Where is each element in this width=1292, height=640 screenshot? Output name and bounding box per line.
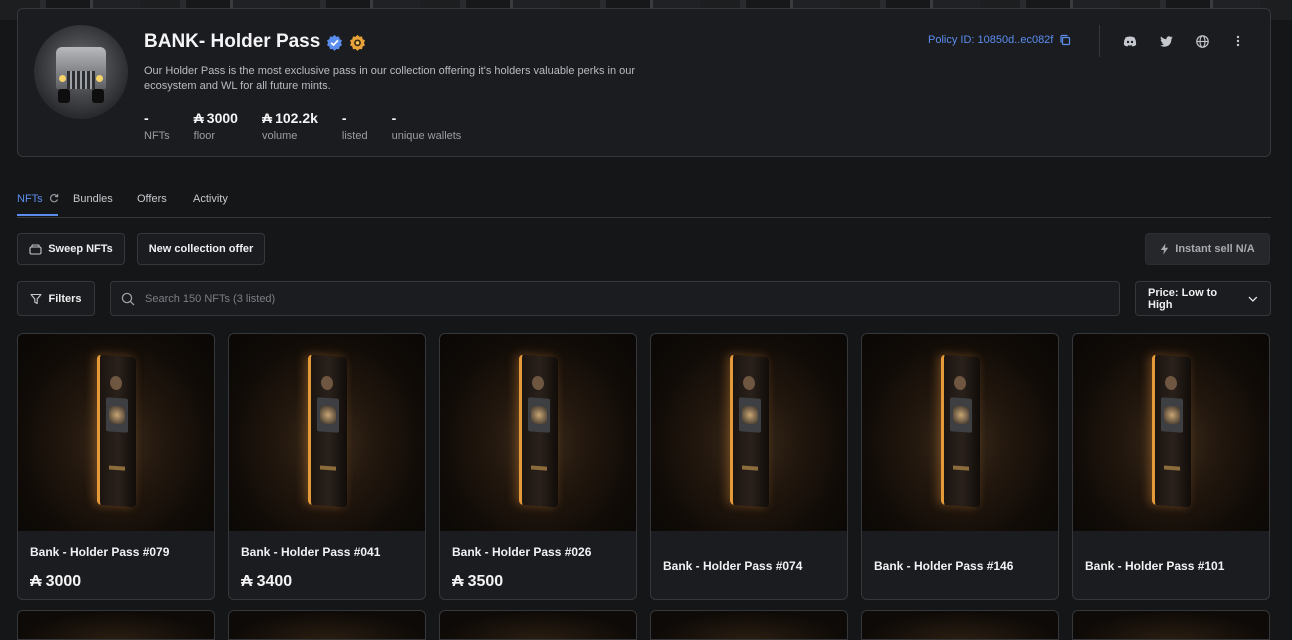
nft-image — [18, 334, 214, 531]
gold-badge-icon — [350, 34, 366, 51]
holder-pass-phone — [730, 354, 769, 508]
nft-card[interactable]: Bank - Holder Pass #146 — [861, 333, 1059, 600]
nft-name: Bank - Holder Pass #101 — [1085, 559, 1225, 573]
collection-title: BANK- Holder Pass — [144, 31, 321, 52]
nft-card[interactable]: Bank - Holder Pass #074 — [650, 333, 848, 600]
search-icon — [121, 292, 135, 305]
nft-card[interactable]: Bank - Holder Pass #079 ₳ 3000 — [17, 333, 215, 600]
sort-dropdown[interactable]: Price: Low to High — [1135, 281, 1271, 316]
tab-activity[interactable]: Activity — [193, 193, 228, 205]
nft-name: Bank - Holder Pass #146 — [874, 559, 1014, 573]
sweep-nfts-button[interactable]: Sweep NFTs — [17, 233, 125, 265]
nft-card[interactable]: Bank - Holder Pass #041 ₳ 3400 — [228, 333, 426, 600]
nft-card-partial[interactable] — [439, 610, 637, 640]
globe-icon[interactable] — [1194, 33, 1210, 49]
nft-price: ₳ 3400 — [241, 573, 293, 590]
nft-name: Bank - Holder Pass #079 — [30, 545, 170, 559]
nft-name: Bank - Holder Pass #074 — [663, 559, 803, 573]
discord-icon[interactable] — [1122, 33, 1138, 49]
more-vertical-icon[interactable] — [1230, 33, 1246, 49]
tab-nfts[interactable]: NFTs — [17, 193, 59, 205]
instant-sell-button[interactable]: Instant sell N/A — [1145, 233, 1270, 265]
stat-floor: ₳ 3000 floor — [193, 110, 238, 142]
ada-icon: ₳ — [193, 110, 204, 126]
nft-card[interactable]: Bank - Holder Pass #101 — [1072, 333, 1270, 600]
stats-row: - NFTs ₳ 3000 floor ₳ 102.2k volume - list… — [144, 109, 485, 142]
tab-bundles[interactable]: Bundles — [73, 193, 113, 205]
filters-button[interactable]: Filters — [17, 281, 95, 316]
policy-id-text: Policy ID: 10850d..ec082f — [928, 34, 1054, 46]
nft-card-partial[interactable] — [650, 610, 848, 640]
stat-volume: ₳ 102.2k volume — [261, 110, 318, 142]
header-divider — [1099, 25, 1100, 57]
chevron-down-icon — [1248, 296, 1258, 302]
holder-pass-phone — [519, 354, 558, 508]
holder-pass-phone — [1152, 354, 1191, 508]
policy-id[interactable]: Policy ID: 10850d..ec082f — [928, 34, 1071, 46]
ada-icon: ₳ — [452, 573, 464, 590]
nft-card-partial[interactable] — [228, 610, 426, 640]
filter-icon — [30, 293, 43, 304]
stat-listed: - listed — [341, 110, 368, 142]
tab-bar: NFTs Bundles Offers Activity — [17, 186, 1271, 218]
nft-image — [1073, 334, 1269, 531]
broom-icon — [29, 243, 42, 255]
tab-offers[interactable]: Offers — [137, 193, 167, 205]
collection-avatar — [34, 25, 128, 119]
collection-header: BANK- Holder Pass Our Holder Pass is the… — [17, 8, 1271, 157]
collection-description: Our Holder Pass is the most exclusive pa… — [144, 65, 636, 92]
nft-image — [651, 334, 847, 531]
nft-card-partial[interactable] — [17, 610, 215, 640]
new-collection-offer-button[interactable]: New collection offer — [137, 233, 265, 265]
active-tab-indicator — [17, 214, 58, 216]
holder-pass-phone — [308, 354, 347, 508]
nft-card[interactable]: Bank - Holder Pass #026 ₳ 3500 — [439, 333, 637, 600]
nft-name: Bank - Holder Pass #026 — [452, 545, 592, 559]
holder-pass-phone — [941, 354, 980, 508]
stat-unique-wallets: - unique wallets — [391, 110, 462, 142]
ada-icon: ₳ — [30, 573, 42, 590]
nft-card-partial[interactable] — [1072, 610, 1270, 640]
search-input[interactable] — [143, 291, 1047, 306]
lightning-icon — [1161, 243, 1169, 255]
nft-image — [440, 334, 636, 531]
nft-price: ₳ 3000 — [30, 573, 82, 590]
twitter-icon[interactable] — [1158, 33, 1174, 49]
copy-icon[interactable] — [1059, 34, 1071, 46]
refresh-icon[interactable] — [49, 193, 59, 203]
nft-image — [229, 334, 425, 531]
stat-nfts: - NFTs — [144, 110, 170, 142]
nft-card-partial[interactable] — [861, 610, 1059, 640]
nft-price: ₳ 3500 — [452, 573, 504, 590]
ada-icon: ₳ — [241, 573, 253, 590]
nft-image — [862, 334, 1058, 531]
holder-pass-phone — [97, 354, 136, 508]
verified-badge-icon — [327, 34, 343, 51]
ada-icon: ₳ — [261, 110, 273, 126]
nft-name: Bank - Holder Pass #041 — [241, 545, 381, 559]
search-bar[interactable] — [110, 281, 1120, 316]
title-row: BANK- Holder Pass — [144, 31, 366, 53]
